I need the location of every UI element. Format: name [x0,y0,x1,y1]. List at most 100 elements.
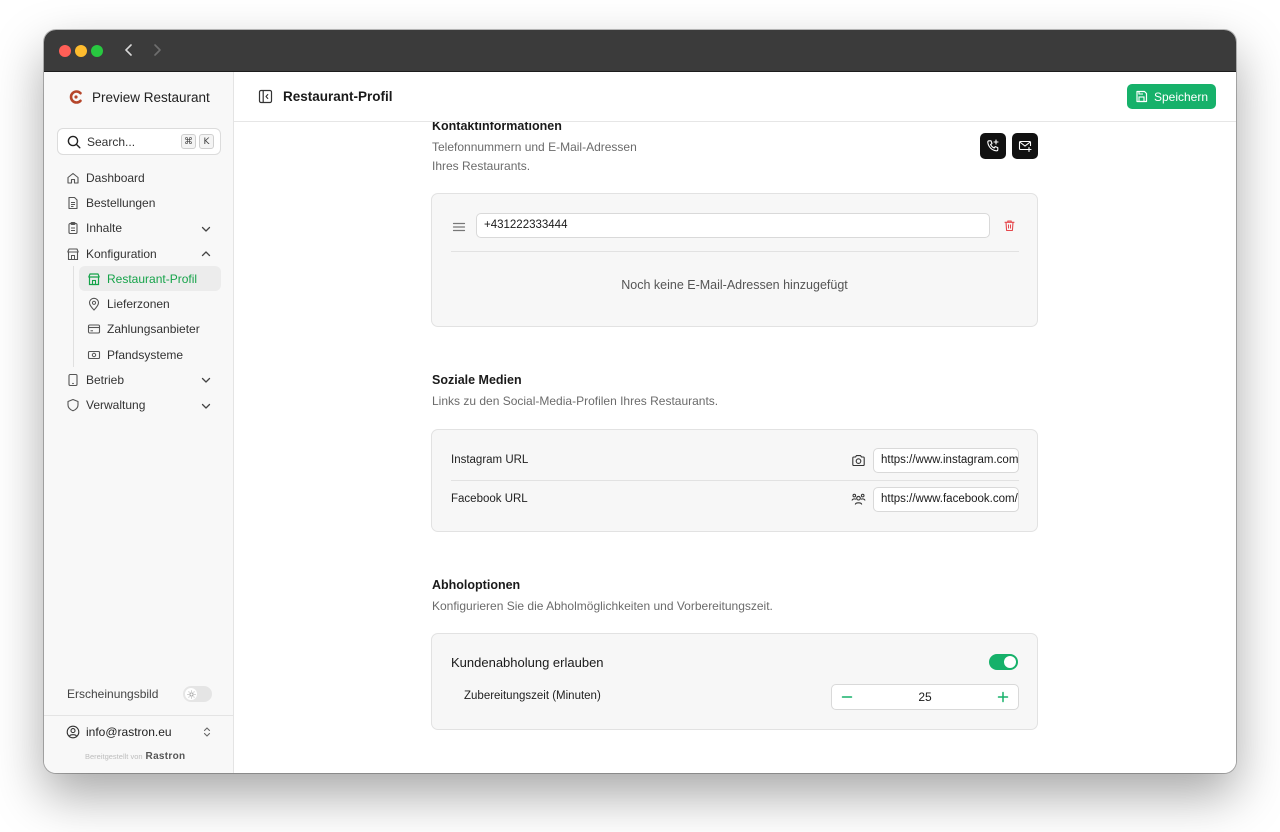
shield-icon [67,399,79,412]
pickup-section-title: Abholoptionen [432,578,521,592]
social-card: Instagram URL https://www.instagram.com/… [431,429,1038,532]
store-icon [88,273,100,285]
home-icon [67,172,79,184]
app-window: Preview Restaurant Search... ⌘ K Dashboa… [44,30,1236,773]
add-phone-button[interactable] [980,133,1006,159]
sidebar-item-lieferzonen[interactable]: Lieferzonen [79,291,221,316]
facebook-row: Facebook URL https://www.facebook.com/ [432,481,1037,519]
sidebar-item-label: Pfandsysteme [107,347,184,362]
sidebar-item-label: Restaurant-Profil [107,271,198,286]
sidebar-item-inhalte[interactable]: Inhalte [57,216,221,241]
social-section-title: Soziale Medien [432,373,522,387]
brand-name: Preview Restaurant [92,89,210,105]
mail-plus-icon [1018,140,1032,153]
sidebar-item-label: Inhalte [86,221,123,236]
save-button[interactable]: Speichern [1127,84,1216,109]
account-email: info@rastron.eu [86,725,172,739]
pickup-card: Kundenabholung erlauben Zubereitungszeit… [431,633,1038,730]
window-titlebar [44,30,1236,72]
plus-icon [997,691,1009,703]
chevron-down-icon [201,378,211,384]
save-icon [1136,90,1148,103]
users-icon [851,493,866,505]
prep-time-stepper: 25 [831,684,1019,710]
add-email-button[interactable] [1012,133,1038,159]
back-arrow-icon[interactable] [120,41,138,59]
save-button-label: Speichern [1153,89,1209,104]
sidebar-item-konfiguration[interactable]: Konfiguration [57,241,221,266]
sidebar-toggle-icon[interactable] [258,89,273,104]
window-close-button[interactable] [59,45,71,57]
contact-section-description: Telefonnummern und E-Mail-Adressen Ihres… [432,140,637,173]
sidebar-item-label: Betrieb [86,373,125,388]
window-zoom-button[interactable] [91,45,103,57]
map-pin-icon [88,297,100,311]
theme-toggle[interactable] [183,686,212,702]
phone-number-input[interactable]: +431222333444 [476,213,990,238]
appearance-label: Erscheinungsbild [67,687,159,701]
search-icon [67,135,81,148]
built-by-brand[interactable]: Rastron [146,751,186,762]
sidebar-item-label: Verwaltung [86,398,146,413]
document-icon [68,196,78,209]
facebook-url-input[interactable]: https://www.facebook.com/ [873,487,1019,512]
instagram-row: Instagram URL https://www.instagram.com/ [432,442,1037,480]
sidebar-item-dashboard[interactable]: Dashboard [57,165,221,190]
prep-time-value[interactable]: 25 [862,685,988,709]
chevron-down-icon [201,403,211,409]
phone-plus-icon [987,139,999,152]
window-minimize-button[interactable] [75,45,87,57]
appearance-setting: Erscheinungsbild [67,686,212,702]
sidebar-item-label: Konfiguration [86,246,157,261]
subnav-konfiguration: Restaurant-Profil Lieferzonen Zahlungsan… [73,266,221,368]
minus-icon [841,696,853,698]
drag-handle-icon[interactable] [452,220,466,234]
sidebar-item-pfandsysteme[interactable]: Pfandsysteme [79,342,221,367]
facebook-label: Facebook URL [451,493,528,505]
camera-icon [852,455,865,467]
credit-card-icon [87,324,101,334]
sidebar-item-verwaltung[interactable]: Verwaltung [57,393,221,418]
instagram-url-input[interactable]: https://www.instagram.com/ [873,448,1019,473]
chevrons-up-down-icon [203,727,211,737]
main-area: Restaurant-Profil Speichern Kontaktinfor… [234,72,1236,773]
built-by: Bereitgestellt von Rastron [85,751,185,762]
user-circle-icon [66,725,80,739]
empty-email-message: Noch keine E-Mail-Adressen hinzugefügt [621,278,848,292]
shortcut-key-cmd: ⌘ [181,134,196,149]
sun-icon [186,689,196,699]
pickup-section-description: Konfigurieren Sie die Abholmöglichkeiten… [432,599,773,613]
built-by-text: Bereitgestellt von [85,752,143,761]
brand-logo-icon [69,90,82,104]
sidebar-item-betrieb[interactable]: Betrieb [57,367,221,392]
store-icon [67,247,79,260]
chevron-down-icon [201,226,211,232]
brand[interactable]: Preview Restaurant [68,89,210,105]
sidebar-footer-divider [44,715,234,716]
contact-section-title: Kontaktinformationen [432,122,562,133]
tablet-icon [68,373,78,387]
increment-button[interactable] [988,685,1018,709]
shortcut-key-k: K [199,134,214,149]
theme-toggle-knob [185,688,197,700]
trash-icon[interactable] [1003,219,1016,232]
search-placeholder: Search... [87,134,136,149]
allow-pickup-label: Kundenabholung erlauben [451,655,604,670]
instagram-label: Instagram URL [451,454,529,466]
forward-arrow-icon[interactable] [148,41,166,59]
sidebar-item-label: Zahlungsanbieter [107,322,200,337]
sidebar-item-label: Dashboard [86,170,145,185]
page-title: Restaurant-Profil [283,89,393,104]
account-switcher[interactable]: info@rastron.eu [66,725,214,739]
allow-pickup-switch[interactable] [989,654,1018,670]
sidebar-item-zahlungsanbieter[interactable]: Zahlungsanbieter [79,317,221,342]
sidebar-item-bestellungen[interactable]: Bestellungen [57,190,221,215]
sidebar-nav: Dashboard Bestellungen Inhalte Konfigura… [57,165,221,418]
decrement-button[interactable] [832,685,862,709]
contact-card-divider [451,251,1019,252]
page-header: Restaurant-Profil Speichern [234,72,1236,122]
sidebar-item-restaurant-profil[interactable]: Restaurant-Profil [79,266,221,292]
search-input[interactable]: Search... ⌘ K [57,128,221,155]
page-content: Kontaktinformationen Telefonnummern und … [234,122,1236,773]
social-section-description: Links zu den Social-Media-Profilen Ihres… [432,394,719,408]
